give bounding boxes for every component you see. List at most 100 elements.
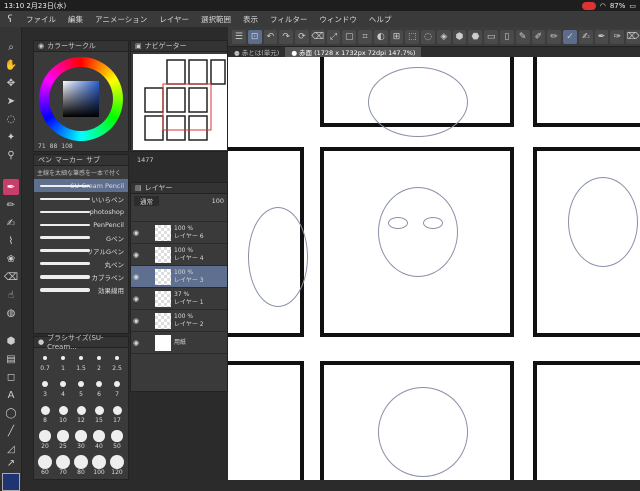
visibility-eye-icon[interactable]: ◉	[131, 295, 141, 303]
main-color-swatch[interactable]	[2, 473, 20, 491]
brush-size-dot[interactable]	[41, 380, 49, 388]
brush-size-dot[interactable]	[111, 430, 123, 442]
app-logo-icon[interactable]: ʕ	[0, 14, 20, 25]
opacity-value[interactable]: 100	[212, 197, 224, 205]
menu-selection[interactable]: 選択範囲	[195, 14, 237, 25]
menu-layer[interactable]: レイヤー	[153, 14, 195, 25]
layer-row-paper[interactable]: ◉ 用紙	[131, 332, 227, 354]
layer-row[interactable]: ◉ 100 % レイヤー 2	[131, 310, 227, 332]
blend-icon[interactable]: ☝	[3, 287, 19, 303]
brush-size-dot[interactable]	[77, 380, 85, 388]
brush-item-su-cream-pencil[interactable]: SU-Cream Pencil	[34, 179, 128, 192]
brush-item[interactable]: いいらペン	[34, 192, 128, 205]
brush-size-dot[interactable]	[94, 405, 104, 415]
decoration-icon[interactable]: ❀	[3, 251, 19, 267]
layer-row[interactable]: ◉ 100 % レイヤー 4	[131, 244, 227, 266]
brush-size-dot[interactable]	[57, 430, 69, 442]
pen-tool-icon[interactable]: ✒	[3, 179, 19, 195]
eraser-tool-icon[interactable]: ⌫	[3, 269, 19, 285]
invert-icon[interactable]: ◐	[373, 29, 388, 44]
brush-item[interactable]: 丸ペン	[34, 257, 128, 270]
tab-sub[interactable]: サブ	[86, 155, 100, 165]
brush-tool-icon[interactable]: ✍	[3, 215, 19, 231]
canvas[interactable]	[228, 47, 640, 480]
tab-document-1[interactable]: ● 赤とは(単元)	[228, 47, 285, 57]
brush2-icon[interactable]: ✒	[594, 29, 609, 44]
visibility-eye-icon[interactable]: ◉	[131, 251, 141, 259]
menu-edit[interactable]: 編集	[62, 14, 89, 25]
move-icon[interactable]: ✥	[3, 75, 19, 91]
redo-icon[interactable]: ↷	[279, 29, 294, 44]
brush-item[interactable]: リアルGペン	[34, 244, 128, 257]
ruler2-icon[interactable]: ▯	[500, 29, 514, 44]
brush-size-dot[interactable]	[40, 405, 50, 415]
pen2-icon[interactable]: ✐	[531, 29, 546, 44]
brush3-icon[interactable]: ✑	[610, 29, 625, 44]
pencil-tool-icon[interactable]: ✏	[3, 197, 19, 213]
brush-item[interactable]: Gペン	[34, 231, 128, 244]
fill-tool-icon[interactable]: ⬢	[3, 333, 19, 349]
fill2-icon[interactable]: ⬣	[468, 29, 483, 44]
wand-icon[interactable]: ✦	[3, 129, 19, 145]
line-icon[interactable]: ╱	[3, 423, 19, 439]
brush-size-dot[interactable]	[61, 356, 65, 360]
menu-filter[interactable]: フィルター	[264, 14, 313, 25]
zoom-icon[interactable]: ⌕	[3, 39, 19, 55]
layer-row-selected[interactable]: ◉ 100 % レイヤー 3	[131, 266, 227, 288]
brush-size-dot[interactable]	[76, 405, 86, 415]
brush-size-dot[interactable]	[38, 455, 52, 469]
menu-icon[interactable]: ☰	[232, 29, 246, 44]
lasso-icon[interactable]: ◌	[421, 29, 435, 44]
grid-icon[interactable]: ⊞	[389, 29, 404, 44]
undo-icon[interactable]: ↶	[263, 29, 278, 44]
mask-icon[interactable]: ◈	[436, 29, 451, 44]
hand-icon[interactable]: ✋	[3, 57, 19, 73]
brush-size-dot[interactable]	[95, 380, 103, 388]
tab-document-2[interactable]: ● 赤面 (1728 x 1732px 72dpi 147.7%)	[285, 47, 422, 57]
brush-size-dot[interactable]	[75, 430, 87, 442]
brush-size-dot[interactable]	[93, 430, 105, 442]
brush-size-dot[interactable]	[74, 455, 88, 469]
rotate-icon[interactable]: ⟳	[295, 29, 309, 44]
brush-size-dot[interactable]	[43, 356, 47, 360]
ruler-icon[interactable]: ▭	[484, 29, 499, 44]
layer-row[interactable]: ◉ 37 % レイヤー 1	[131, 288, 227, 310]
transform-icon[interactable]: ⤢	[326, 29, 341, 44]
text-tool-icon[interactable]: A	[3, 387, 19, 403]
navigator-preview[interactable]	[133, 54, 227, 150]
correct-line-icon[interactable]: ↗	[3, 455, 19, 471]
deselect-icon[interactable]: ▢	[342, 29, 357, 44]
brush-item[interactable]: 効果線用	[34, 283, 128, 296]
pen3-icon[interactable]: ✏	[547, 29, 562, 44]
visibility-eye-icon[interactable]: ◉	[131, 273, 141, 281]
brush-size-dot[interactable]	[56, 455, 70, 469]
brush-size-dot[interactable]	[112, 405, 122, 415]
gradient-icon[interactable]: ▤	[3, 351, 19, 367]
pen-icon[interactable]: ✎	[515, 29, 530, 44]
blend-mode-select[interactable]: 通常	[134, 196, 159, 206]
menu-file[interactable]: ファイル	[20, 14, 62, 25]
visibility-eye-icon[interactable]: ◉	[131, 317, 141, 325]
brush-size-dot[interactable]	[115, 356, 119, 360]
brush-size-dot[interactable]	[59, 380, 67, 388]
clear-icon[interactable]: ⌫	[310, 29, 325, 44]
crop-icon[interactable]: ⌗	[358, 29, 372, 44]
brush-size-dot[interactable]	[92, 455, 106, 469]
select-icon[interactable]: ⬚	[405, 29, 420, 44]
visibility-eye-icon[interactable]: ◉	[131, 339, 141, 347]
brush-size-dot[interactable]	[113, 380, 121, 388]
brush-size-dot[interactable]	[79, 356, 83, 360]
visibility-eye-icon[interactable]: ◉	[131, 229, 141, 237]
brush-size-dot[interactable]	[39, 430, 51, 442]
menu-view[interactable]: 表示	[237, 14, 264, 25]
snap-icon[interactable]: ⊡	[247, 29, 262, 44]
menu-animation[interactable]: アニメーション	[89, 14, 153, 25]
brush-item[interactable]: photoshop	[34, 205, 128, 218]
tab-pen[interactable]: ペン	[38, 155, 52, 165]
blur-icon[interactable]: ◍	[3, 305, 19, 321]
select-arrow-icon[interactable]: ➤	[3, 93, 19, 109]
brush-size-dot[interactable]	[58, 405, 68, 415]
menu-window[interactable]: ウィンドウ	[313, 14, 363, 25]
fill-icon[interactable]: ⬢	[452, 29, 467, 44]
balloon-icon[interactable]: ◯	[3, 405, 19, 421]
